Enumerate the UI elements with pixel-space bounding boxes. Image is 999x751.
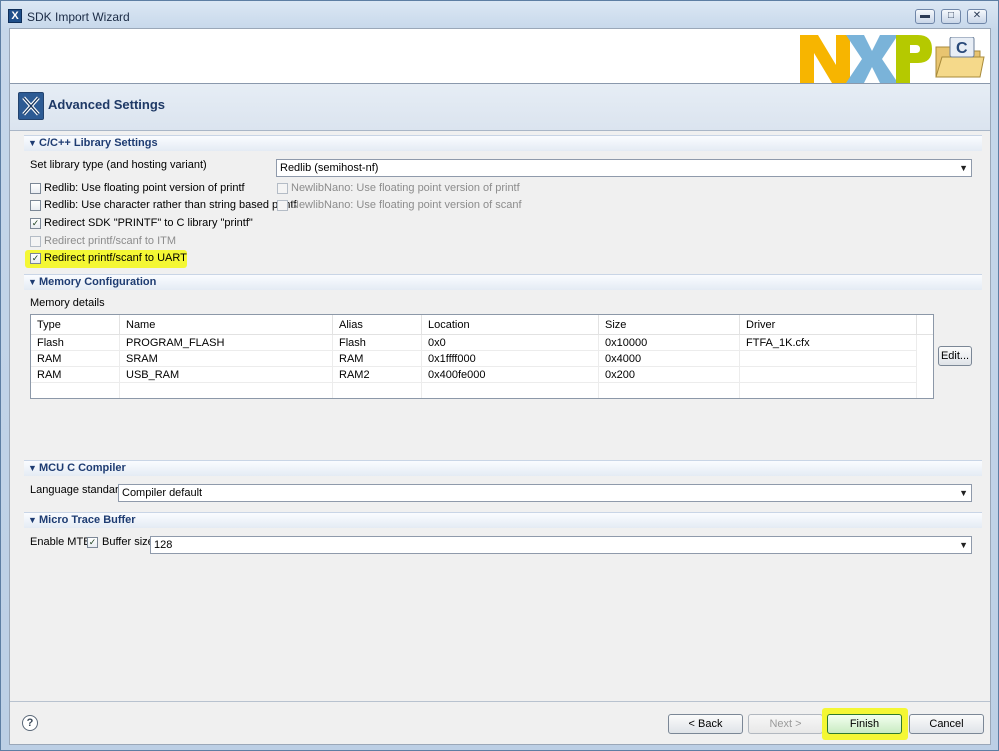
column-header-filler (917, 315, 933, 335)
finish-button[interactable]: Finish (827, 714, 902, 734)
wizard-x-icon (18, 92, 44, 120)
table-cell-empty (31, 383, 120, 398)
table-cell[interactable]: 0x4000 (599, 351, 740, 367)
table-cell[interactable]: 0x200 (599, 367, 740, 383)
memory-table[interactable]: Type Name Alias Location Size Driver Fla… (30, 314, 934, 399)
language-standard-value: Compiler default (122, 487, 203, 499)
buffer-size-value: 128 (154, 539, 173, 551)
table-cell[interactable]: 0x10000 (599, 335, 740, 351)
banner: C (10, 29, 990, 83)
checkbox-nano-float-scanf-label: NewlibNano: Use floating point version o… (291, 199, 522, 211)
section-library-title: C/C++ Library Settings (39, 137, 158, 149)
app-icon: X (8, 9, 22, 23)
page-title: Advanced Settings (48, 97, 166, 112)
column-header-name[interactable]: Name (120, 315, 333, 335)
checkbox-redirect-itm (30, 236, 41, 247)
library-type-label: Set library type (and hosting variant) (30, 159, 207, 171)
language-standard-select[interactable]: Compiler default ▼ (118, 484, 972, 502)
table-cell[interactable]: RAM (333, 351, 422, 367)
project-folder-icon: C (935, 37, 985, 78)
title-bar: X SDK Import Wizard ▬ □ ✕ (1, 1, 998, 29)
table-cell-empty (740, 383, 917, 398)
next-button[interactable]: Next > (748, 714, 823, 734)
checkbox-redirect-uart-label: Redirect printf/scanf to UART (44, 252, 187, 264)
collapse-triangle-icon[interactable]: ▼ (28, 136, 37, 151)
column-header-location[interactable]: Location (422, 315, 599, 335)
table-cell-empty (120, 383, 333, 398)
collapse-triangle-icon[interactable]: ▼ (28, 461, 37, 476)
table-cell[interactable]: SRAM (120, 351, 333, 367)
checkbox-redirect-uart[interactable]: ✓ (30, 253, 41, 264)
table-cell-empty (599, 383, 740, 398)
table-cell[interactable] (740, 367, 917, 383)
section-compiler[interactable]: ▼ MCU C Compiler (24, 460, 982, 476)
page-header: Advanced Settings (10, 83, 990, 131)
table-cell[interactable]: Flash (31, 335, 120, 351)
collapse-triangle-icon[interactable]: ▼ (28, 275, 37, 290)
nxp-logo (800, 35, 932, 83)
checkbox-redlib-char-printf-label: Redlib: Use character rather than string… (44, 199, 297, 211)
table-cell[interactable]: FTFA_1K.cfx (740, 335, 917, 351)
table-cell[interactable]: RAM2 (333, 367, 422, 383)
table-cell-empty (333, 383, 422, 398)
footer-separator (10, 701, 990, 702)
library-type-select[interactable]: Redlib (semihost-nf) ▼ (276, 159, 972, 177)
close-button[interactable]: ✕ (967, 9, 987, 24)
collapse-triangle-icon[interactable]: ▼ (28, 513, 37, 528)
memory-details-label: Memory details (30, 297, 105, 309)
column-header-size[interactable]: Size (599, 315, 740, 335)
dropdown-arrow-icon: ▼ (959, 488, 968, 498)
edit-memory-button[interactable]: Edit... (938, 346, 972, 366)
checkbox-nano-float-printf-label: NewlibNano: Use floating point version o… (291, 182, 520, 194)
table-cell[interactable]: USB_RAM (120, 367, 333, 383)
section-compiler-title: MCU C Compiler (39, 462, 126, 474)
table-cell[interactable]: PROGRAM_FLASH (120, 335, 333, 351)
section-memory[interactable]: ▼ Memory Configuration (24, 274, 982, 290)
checkbox-nano-float-scanf (277, 200, 288, 211)
checkbox-redlib-float-printf-label: Redlib: Use floating point version of pr… (44, 182, 245, 194)
table-cell[interactable]: RAM (31, 351, 120, 367)
language-standard-label: Language standard (30, 484, 125, 496)
table-cell-empty (422, 383, 599, 398)
enable-mtb-label: Enable MTB (30, 536, 91, 548)
dropdown-arrow-icon: ▼ (959, 163, 968, 173)
section-mtb-title: Micro Trace Buffer (39, 514, 136, 526)
checkbox-redirect-sdk-printf[interactable]: ✓ (30, 218, 41, 229)
buffer-size-label: Buffer size (102, 536, 154, 548)
section-mtb[interactable]: ▼ Micro Trace Buffer (24, 512, 982, 528)
checkbox-redirect-itm-label: Redirect printf/scanf to ITM (44, 235, 177, 247)
section-memory-title: Memory Configuration (39, 276, 157, 288)
table-cell[interactable] (740, 351, 917, 367)
table-cell[interactable]: 0x1ffff000 (422, 351, 599, 367)
checkbox-redlib-char-printf[interactable] (30, 200, 41, 211)
help-icon[interactable]: ? (22, 715, 38, 731)
table-cell[interactable]: RAM (31, 367, 120, 383)
table-cell[interactable]: 0x0 (422, 335, 599, 351)
library-type-value: Redlib (semihost-nf) (280, 162, 379, 174)
checkbox-redirect-sdk-printf-label: Redirect SDK "PRINTF" to C library "prin… (44, 217, 253, 229)
back-button[interactable]: < Back (668, 714, 743, 734)
cancel-button[interactable]: Cancel (909, 714, 984, 734)
svg-text:C: C (956, 40, 968, 57)
dropdown-arrow-icon: ▼ (959, 540, 968, 550)
column-header-type[interactable]: Type (31, 315, 120, 335)
column-header-alias[interactable]: Alias (333, 315, 422, 335)
table-cell[interactable]: 0x400fe000 (422, 367, 599, 383)
column-header-driver[interactable]: Driver (740, 315, 917, 335)
window-title: SDK Import Wizard (27, 10, 130, 24)
wizard-client-area: C Advanced Settings ▼ C/C++ Library Sett… (9, 28, 991, 745)
checkbox-enable-mtb[interactable]: ✓ (87, 537, 98, 548)
maximize-button[interactable]: □ (941, 9, 961, 24)
table-cell[interactable]: Flash (333, 335, 422, 351)
checkbox-redlib-float-printf[interactable] (30, 183, 41, 194)
wizard-window: X SDK Import Wizard ▬ □ ✕ C Advanced Set… (0, 0, 999, 751)
minimize-button[interactable]: ▬ (915, 9, 935, 24)
checkbox-nano-float-printf (277, 183, 288, 194)
section-library[interactable]: ▼ C/C++ Library Settings (24, 135, 982, 151)
buffer-size-select[interactable]: 128 ▼ (150, 536, 972, 554)
